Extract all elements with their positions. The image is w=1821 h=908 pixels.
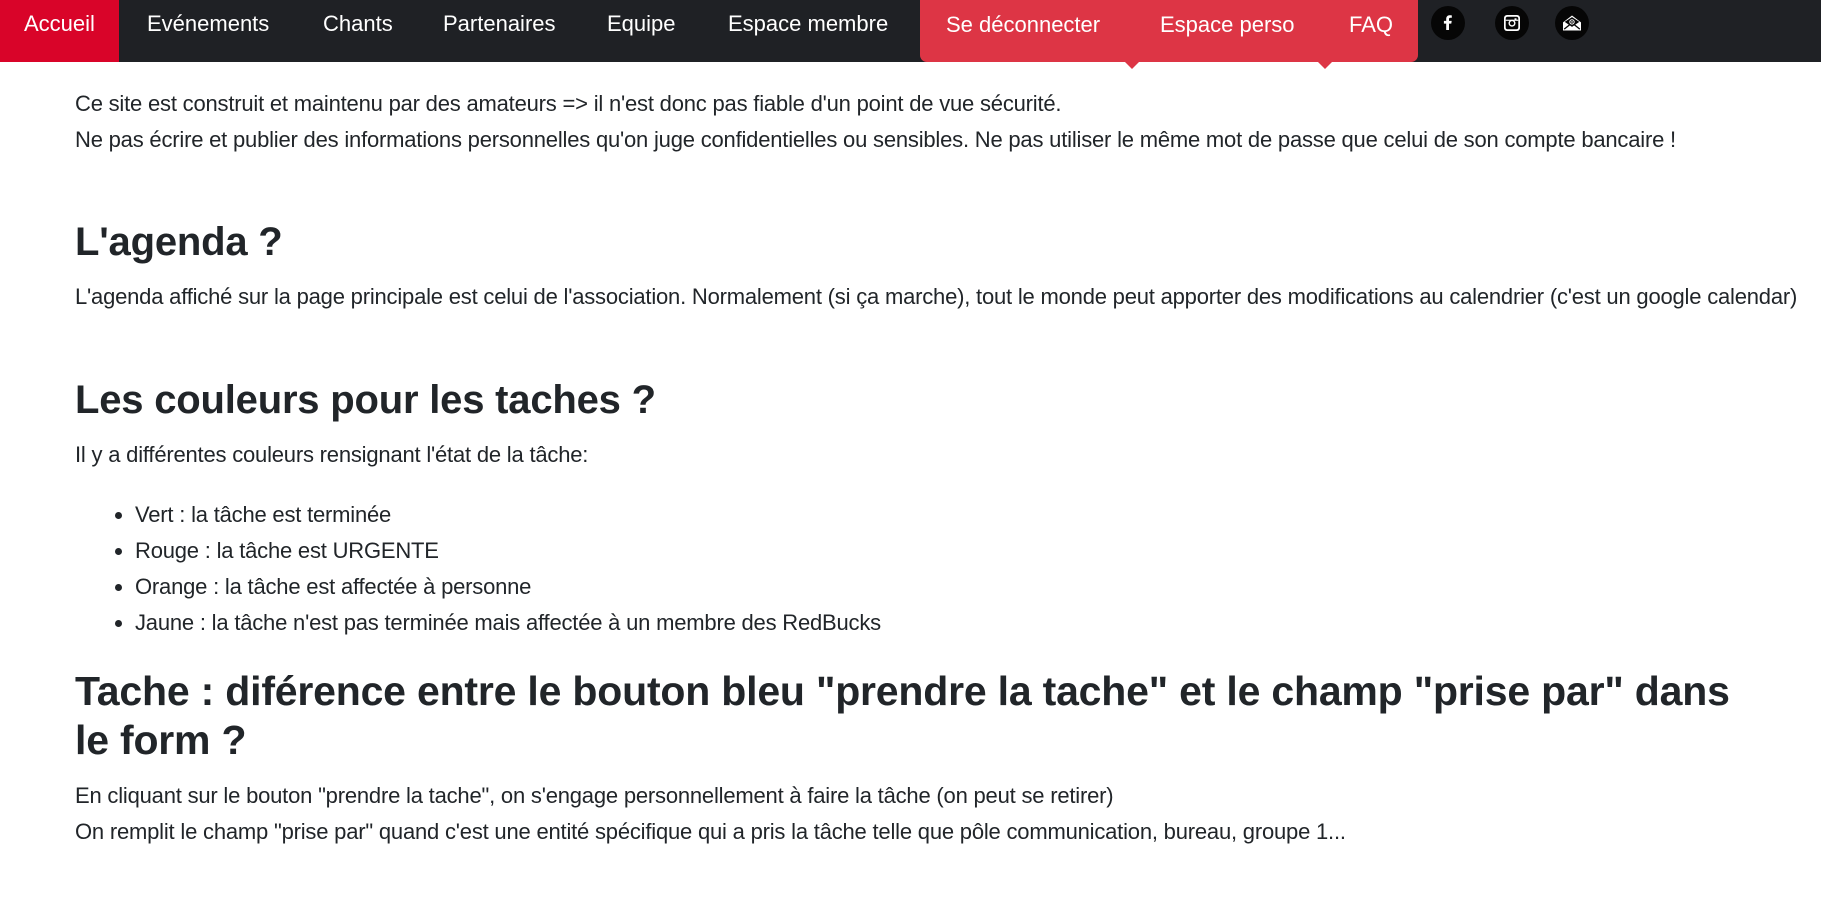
task-color-green: Vert : la tâche est terminée — [135, 497, 881, 533]
task-color-yellow: Jaune : la tâche n'est pas terminée mais… — [135, 605, 881, 641]
task-color-list: Vert : la tâche est terminée Rouge : la … — [75, 497, 881, 641]
faq-content: Sécurité ? Ce site est construit et main… — [75, 0, 1810, 908]
nav-faq[interactable]: FAQ — [1349, 0, 1393, 62]
nav-espace-perso[interactable]: Espace perso — [1160, 0, 1295, 62]
task-button-paragraph: En cliquant sur le bouton "prendre la ta… — [75, 783, 1114, 808]
task-color-red: Rouge : la tâche est URGENTE — [135, 533, 881, 569]
agenda-heading: L'agenda ? — [75, 220, 283, 264]
task-colors-intro: Il y a différentes couleurs rensignant l… — [75, 442, 589, 467]
nav-equipe[interactable]: Equipe — [607, 0, 676, 62]
security-paragraph-1: Ce site est construit et maintenu par de… — [75, 91, 1062, 116]
security-paragraph-2: Ne pas écrire et publier des information… — [75, 127, 1676, 152]
task-color-orange: Orange : la tâche est affectée à personn… — [135, 569, 881, 605]
task-button-vs-field-heading: Tache : diférence entre le bouton bleu "… — [75, 668, 1730, 763]
nav-chants[interactable]: Chants — [323, 0, 393, 62]
email-icon[interactable] — [1555, 6, 1589, 40]
nav-partenaires[interactable]: Partenaires — [443, 0, 556, 62]
instagram-icon[interactable] — [1495, 6, 1529, 40]
task-field-paragraph: On remplit le champ "prise par" quand c'… — [75, 819, 1346, 844]
task-colors-heading: Les couleurs pour les taches ? — [75, 378, 656, 422]
agenda-paragraph: L'agenda affiché sur la page principale … — [75, 284, 1798, 309]
nav-accueil[interactable]: Accueil — [0, 0, 119, 62]
nav-se-deconnecter[interactable]: Se déconnecter — [946, 0, 1100, 62]
facebook-icon[interactable] — [1431, 6, 1465, 40]
top-navigation: Accueil Evénements Chants Partenaires Eq… — [0, 0, 1821, 69]
nav-espace-membre[interactable]: Espace membre — [728, 0, 888, 62]
nav-evenements[interactable]: Evénements — [147, 0, 269, 62]
